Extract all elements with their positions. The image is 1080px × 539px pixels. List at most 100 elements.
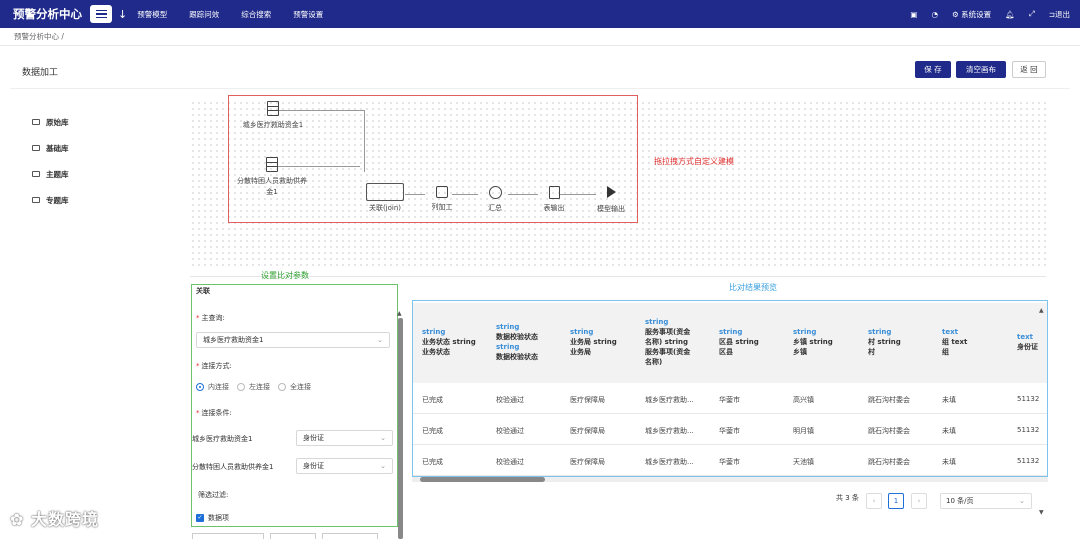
tree-item-topic[interactable]: 主题库 (32, 161, 69, 187)
join-type-label: * 连接方式: (196, 362, 232, 370)
column-header-line: 村 string (868, 338, 901, 346)
table-cell: 城乡医疗救助... (645, 458, 694, 466)
filter-checkbox[interactable]: ✓ 数据项 (196, 513, 229, 523)
column-process-node[interactable]: 列加工 (424, 186, 460, 212)
system-settings-button[interactable]: ⚙ 系统设置 (952, 9, 991, 20)
column-header-line: string (793, 328, 817, 336)
result-title: 比对结果预览 (729, 283, 777, 292)
table-hscrollbar[interactable] (412, 477, 1048, 482)
nav-item-model[interactable]: 预警模型 (137, 9, 167, 20)
params-header: 关联 (196, 287, 210, 295)
join-node-label: 关联(join) (368, 204, 402, 212)
join-node[interactable]: 关联(join) (362, 183, 408, 213)
chart-icon[interactable]: ◔ (932, 10, 939, 19)
table-cell: 华蓥市 (719, 396, 740, 404)
panel-button[interactable] (270, 533, 316, 539)
column-header-line: 名称) string (645, 338, 688, 346)
next-page-button[interactable]: › (911, 493, 927, 509)
scroll-thumb[interactable] (420, 477, 545, 482)
tree-item-raw[interactable]: 原始库 (32, 109, 69, 135)
column-header-line: 名称) (645, 358, 663, 366)
system-settings-label: 系统设置 (961, 9, 992, 19)
column-header-line: 数据校验状态 (496, 353, 538, 361)
nav-item-track[interactable]: 跟踪问效 (189, 9, 219, 20)
fullscreen-icon[interactable]: ⤢ (1029, 9, 1035, 19)
source-node[interactable]: 分散特困人员救助供养金1 (234, 157, 310, 198)
table-row[interactable]: 已完成 校验通过 医疗保障局 城乡医疗救助... 华蓥市 明月镇 跳石沟村委会 未填 51132 (413, 415, 1047, 445)
page-size-select[interactable]: 10 条/页 ⌄ (940, 493, 1032, 509)
join-type-group: 内连接 左连接 全连接 (196, 382, 311, 392)
radio-full-join[interactable]: 全连接 (278, 382, 311, 392)
save-button[interactable]: 保 存 (915, 61, 951, 78)
radio-inner-join[interactable]: 内连接 (196, 382, 229, 392)
filter-label: 筛选过滤: (198, 491, 229, 499)
table-output-node[interactable]: 表输出 (538, 186, 570, 213)
column-header-line: 业务局 string (570, 338, 617, 346)
model-output-node[interactable]: 模型输出 (591, 186, 631, 214)
scroll-up-icon[interactable]: ▲ (397, 310, 402, 317)
back-button[interactable]: 返 回 (1012, 61, 1046, 78)
table-cell: 跳石沟村委会 (868, 396, 910, 404)
column-header-line: 村 (868, 348, 875, 356)
page-size-value: 10 条/页 (946, 497, 974, 505)
condition-table: 城乡医疗救助资金1 (192, 435, 253, 443)
aggregate-node[interactable]: 汇总 (480, 186, 510, 213)
radio-left-join[interactable]: 左连接 (237, 382, 270, 392)
folder-icon (32, 171, 40, 177)
chevron-down-icon: ⌄ (380, 434, 386, 442)
prev-page-button[interactable]: ‹ (866, 493, 882, 509)
connector (508, 194, 538, 195)
arrow-down-icon[interactable]: ↓ (118, 8, 127, 21)
file-icon (548, 186, 560, 199)
menu-toggle-icon[interactable] (90, 5, 112, 23)
table-cell: 高兴镇 (793, 396, 814, 404)
nav-item-settings[interactable]: 预警设置 (293, 9, 323, 20)
column-header-line: 组 text (942, 338, 968, 346)
divider (0, 45, 1080, 46)
condition-field-select[interactable]: 身份证 ⌄ (296, 458, 393, 474)
main-query-select[interactable]: 城乡医疗救助资金1 ⌄ (196, 332, 390, 348)
radio-dot (278, 383, 286, 391)
column-header: string 业务状态 string 业务状态 (422, 327, 476, 357)
panel-button[interactable] (322, 533, 378, 539)
column-header-line: string (570, 328, 594, 336)
table-cell: 城乡医疗救助... (645, 427, 694, 435)
table-cell: 城乡医疗救助... (645, 396, 694, 404)
table-cell: 51132 (1017, 457, 1040, 465)
scroll-up-icon[interactable]: ▲ (1039, 307, 1044, 314)
document-icon[interactable]: ▣ (910, 10, 917, 19)
chevron-down-icon: ⌄ (1019, 497, 1025, 505)
sliders-icon (436, 186, 448, 198)
condition-field-select[interactable]: 身份证 ⌄ (296, 430, 393, 446)
bell-icon[interactable]: 🔔︎ (1005, 10, 1015, 19)
column-header: string 数据校验状态 string 数据校验状态 (496, 322, 538, 362)
divider (10, 88, 1070, 89)
column-header-line: string (422, 328, 446, 336)
folder-icon (32, 197, 40, 203)
radio-label: 左连接 (249, 383, 270, 391)
source-node[interactable]: 城乡医疗救助资金1 (238, 101, 308, 130)
tree-item-special[interactable]: 专题库 (32, 187, 69, 213)
nav-item-search[interactable]: 综合搜索 (241, 9, 271, 20)
connector (364, 110, 365, 172)
breadcrumb[interactable]: 预警分析中心 / (14, 31, 64, 42)
table-row[interactable]: 已完成 校验通过 医疗保障局 城乡医疗救助... 华蓥市 天池镇 跳石沟村委会 未填 51132 (413, 446, 1047, 476)
condition-field-value: 身份证 (303, 434, 324, 442)
logout-label: 退出 (1055, 9, 1070, 19)
clear-canvas-button[interactable]: 清空画布 (956, 61, 1006, 78)
column-header-line: 服务事项(资金 (645, 328, 691, 336)
condition-field-value: 身份证 (303, 462, 324, 470)
panel-button[interactable] (192, 533, 264, 539)
aggregate-label: 汇总 (488, 204, 502, 212)
watermark-text: 大数跨境 (30, 510, 99, 529)
params-scrollbar[interactable] (398, 318, 403, 539)
tree-item-label: 基础库 (46, 143, 69, 153)
table-row[interactable]: 已完成 校验通过 医疗保障局 城乡医疗救助... 华蓥市 高兴镇 跳石沟村委会 未填 51132 (413, 384, 1047, 414)
check-icon: ✓ (196, 514, 204, 522)
column-header-line: 区县 (719, 348, 733, 356)
column-header-line: 数据校验状态 (496, 333, 538, 341)
logout-button[interactable]: ⊐退出 (1049, 9, 1070, 20)
scroll-down-icon[interactable]: ▼ (1039, 509, 1044, 516)
tree-item-base[interactable]: 基础库 (32, 135, 69, 161)
page-number[interactable]: 1 (888, 493, 904, 509)
